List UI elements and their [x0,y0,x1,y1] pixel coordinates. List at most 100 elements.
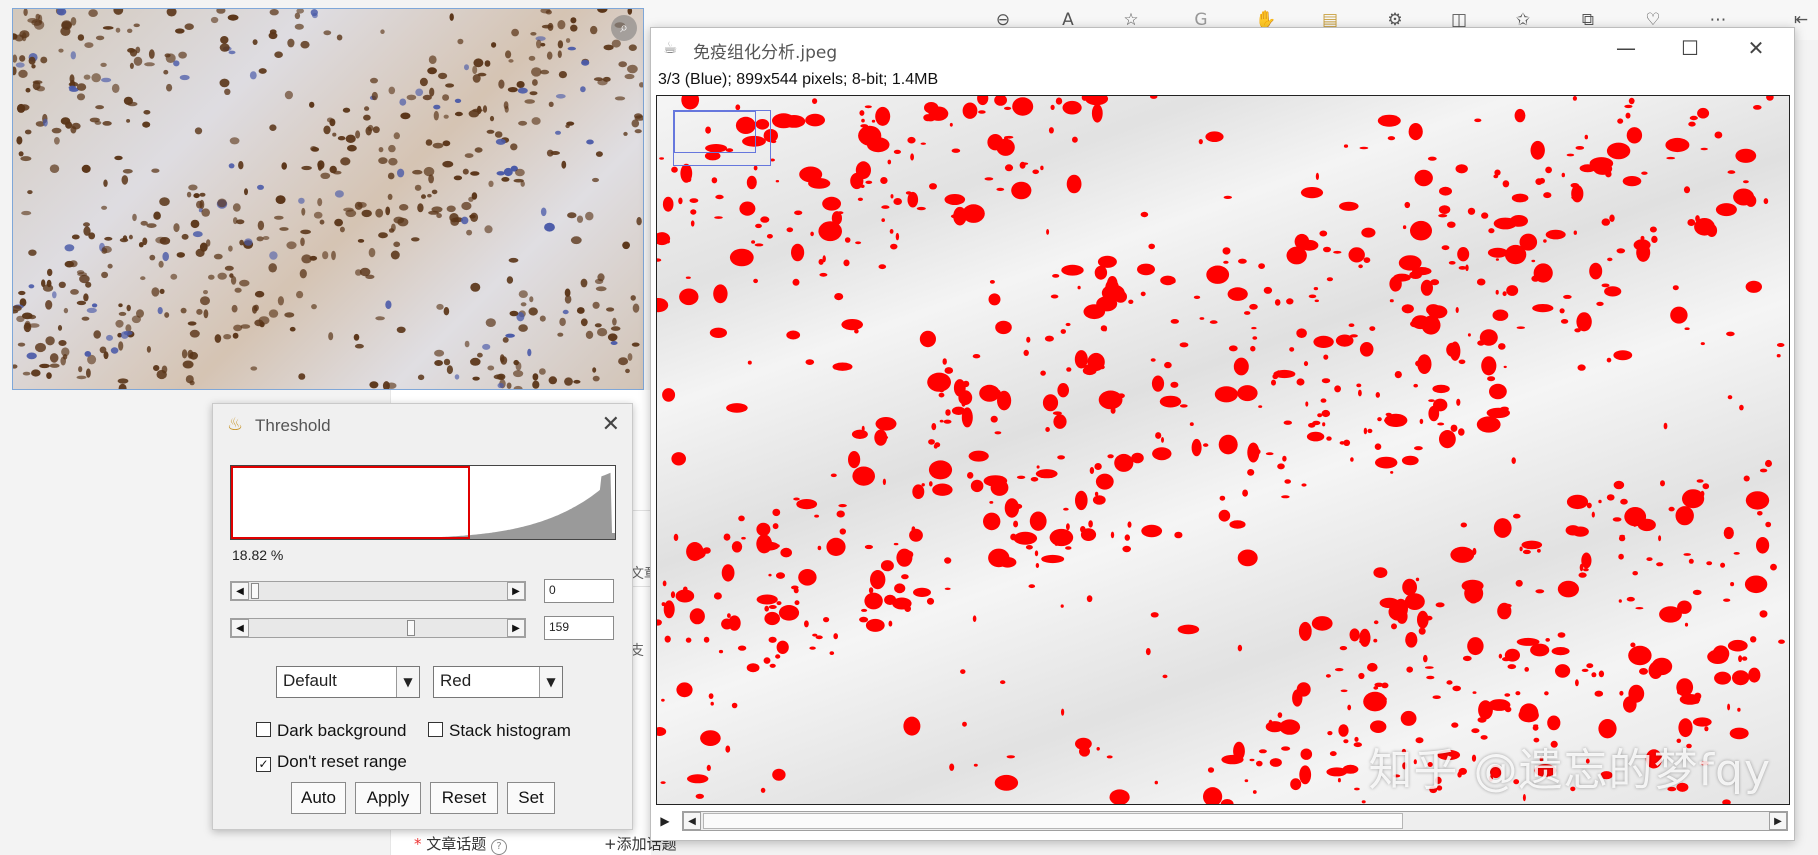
nucleus [421,194,426,199]
threshold-blob [1106,298,1110,302]
nucleus [224,265,234,271]
max-threshold-slider[interactable]: ◀ ▶ [230,618,526,638]
threshold-blob [1282,455,1287,462]
nucleus [31,369,41,377]
threshold-blob [1177,624,1200,635]
set-button[interactable]: Set [507,782,555,814]
close-icon[interactable]: ✕ [1736,34,1776,62]
nucleus [434,349,445,357]
threshold-blob [989,280,995,284]
help-icon[interactable]: ? [491,839,508,855]
threshold-blob [860,124,869,128]
scroll-thumb[interactable] [703,813,1403,829]
chevron-down-icon[interactable]: ▼ [396,667,419,697]
dont-reset-range-checkbox[interactable]: ✓ Don't reset range [256,752,407,772]
threshold-blob [1612,517,1622,522]
checkbox-box[interactable]: ✓ [256,757,271,772]
dark-background-checkbox[interactable]: Dark background [256,721,406,741]
left-arrow-icon[interactable]: ◀ [683,812,701,830]
threshold-blob [1663,422,1668,430]
threshold-blob [1598,670,1605,678]
threshold-blob [685,637,692,643]
nucleus [27,190,33,195]
nucleus [515,361,522,371]
stack-scrollbar[interactable]: ▶ ◀ ▶ [656,810,1788,832]
threshold-blob [1348,247,1365,263]
nucleus [385,206,391,216]
threshold-blob [1013,190,1018,194]
nucleus [415,88,424,97]
nucleus [123,96,133,105]
threshold-blob [1373,638,1378,643]
min-threshold-slider[interactable]: ◀ ▶ [230,581,526,601]
threshold-blob [1495,258,1499,261]
threshold-blob [760,216,770,223]
max-threshold-field[interactable]: 159 [544,616,614,640]
method-select[interactable]: Default ▼ [276,666,420,698]
threshold-blob [864,105,872,109]
chevron-down-icon[interactable]: ▼ [539,667,562,697]
threshold-blob [841,319,863,331]
threshold-blob [1633,239,1651,251]
auto-button[interactable]: Auto [291,782,346,814]
maximize-icon[interactable]: ☐ [1670,34,1710,62]
nucleus [396,326,406,333]
slider-thumb[interactable] [406,620,415,636]
right-arrow-icon[interactable]: ▶ [507,619,525,637]
threshold-blob [1323,246,1331,253]
play-icon[interactable]: ▶ [656,810,674,832]
threshold-blob [1439,186,1452,196]
right-arrow-icon[interactable]: ▶ [1769,812,1787,830]
nucleus [301,165,312,171]
nucleus [532,79,538,86]
nucleus [531,117,541,125]
source-stain-image[interactable]: ⌕ [12,8,644,390]
threshold-blob [1410,320,1419,328]
stack-histogram-checkbox[interactable]: Stack histogram [428,721,571,741]
threshold-blob [1299,765,1312,785]
close-icon[interactable]: ✕ [602,412,620,437]
display-select[interactable]: Red ▼ [433,666,563,698]
threshold-blob [746,175,757,190]
threshold-blob [1223,260,1229,264]
nucleus [40,56,48,64]
threshold-blob [1519,546,1523,552]
minimize-icon[interactable]: — [1606,34,1646,62]
threshold-blob [1206,265,1230,284]
checkbox-box[interactable] [428,722,443,737]
dialog-titlebar[interactable]: ♨ Threshold ✕ [213,404,632,446]
threshold-blob [1515,579,1523,587]
threshold-blob [1502,180,1510,188]
checkbox-box[interactable] [256,722,271,737]
slider-thumb[interactable] [251,583,259,599]
threshold-blob [939,419,944,423]
threshold-blob [893,198,902,205]
threshold-blob [1385,412,1392,417]
threshold-blob [1277,463,1285,470]
threshold-blob [1581,668,1589,673]
min-threshold-field[interactable]: 0 [544,579,614,603]
threshold-blob [1203,787,1223,804]
nucleus [472,65,478,75]
left-arrow-icon[interactable]: ◀ [231,619,249,637]
nucleus [431,189,438,195]
scroll-track[interactable]: ◀ ▶ [682,811,1788,831]
left-arrow-icon[interactable]: ◀ [231,582,249,600]
nucleus [300,229,311,235]
visual-search-icon[interactable]: ⌕ [611,15,637,41]
nucleus [32,80,41,91]
apply-button[interactable]: Apply [355,782,421,814]
reset-button[interactable]: Reset [430,782,498,814]
right-arrow-icon[interactable]: ▶ [507,582,525,600]
threshold-image-canvas[interactable]: 知乎 @遗忘的梦fqy [656,95,1790,805]
threshold-blob [1151,375,1165,392]
threshold-blob [695,793,704,799]
nucleus [428,174,434,184]
image-window-titlebar[interactable]: ☕ 免疫组化分析.jpeg — ☐ ✕ [651,28,1794,68]
roi-rectangle[interactable] [673,110,771,166]
threshold-blob [1503,603,1512,608]
threshold-blob [1404,201,1411,209]
threshold-blob [1122,545,1131,553]
threshold-blob [1683,186,1691,194]
threshold-blob [1205,131,1224,142]
